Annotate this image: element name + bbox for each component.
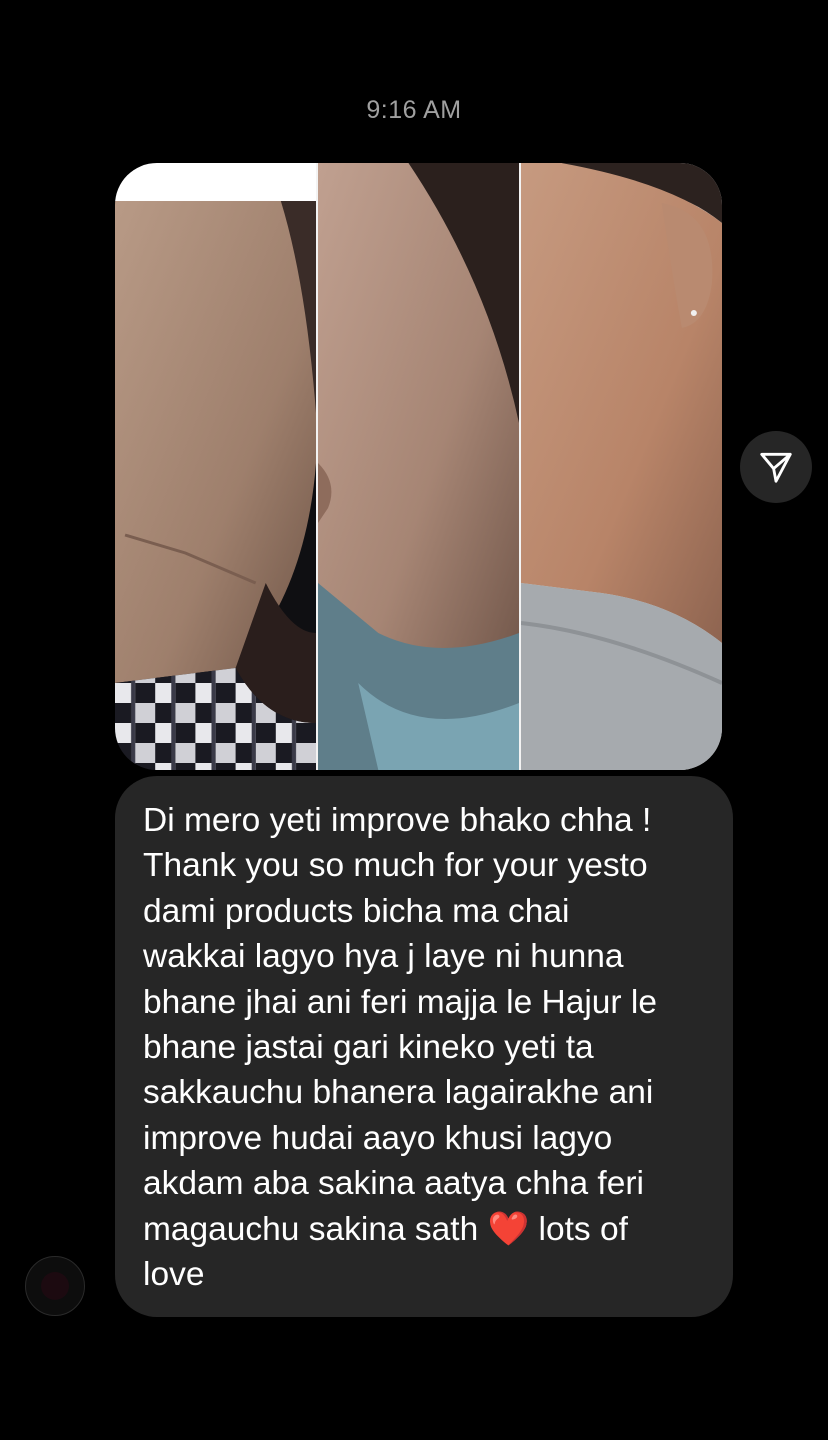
sender-avatar[interactable]: [25, 1256, 85, 1316]
photo-panel-before: [115, 163, 316, 770]
message-text: Di mero yeti improve bhako chha ! Thank …: [143, 802, 657, 1294]
avatar-image: [41, 1272, 69, 1300]
message-bubble[interactable]: Di mero yeti improve bhako chha ! Thank …: [115, 776, 733, 1317]
photo-progress-image: [318, 163, 519, 770]
message-timestamp: 9:16 AM: [366, 96, 462, 124]
paper-plane-icon: [760, 452, 792, 483]
shared-photo-collage[interactable]: [115, 163, 722, 770]
share-button[interactable]: [740, 431, 812, 503]
photo-panel-after: [519, 163, 722, 770]
photo-after-image: [521, 163, 722, 770]
photo-before-image: [115, 163, 316, 770]
photo-panel-progress: [316, 163, 519, 770]
